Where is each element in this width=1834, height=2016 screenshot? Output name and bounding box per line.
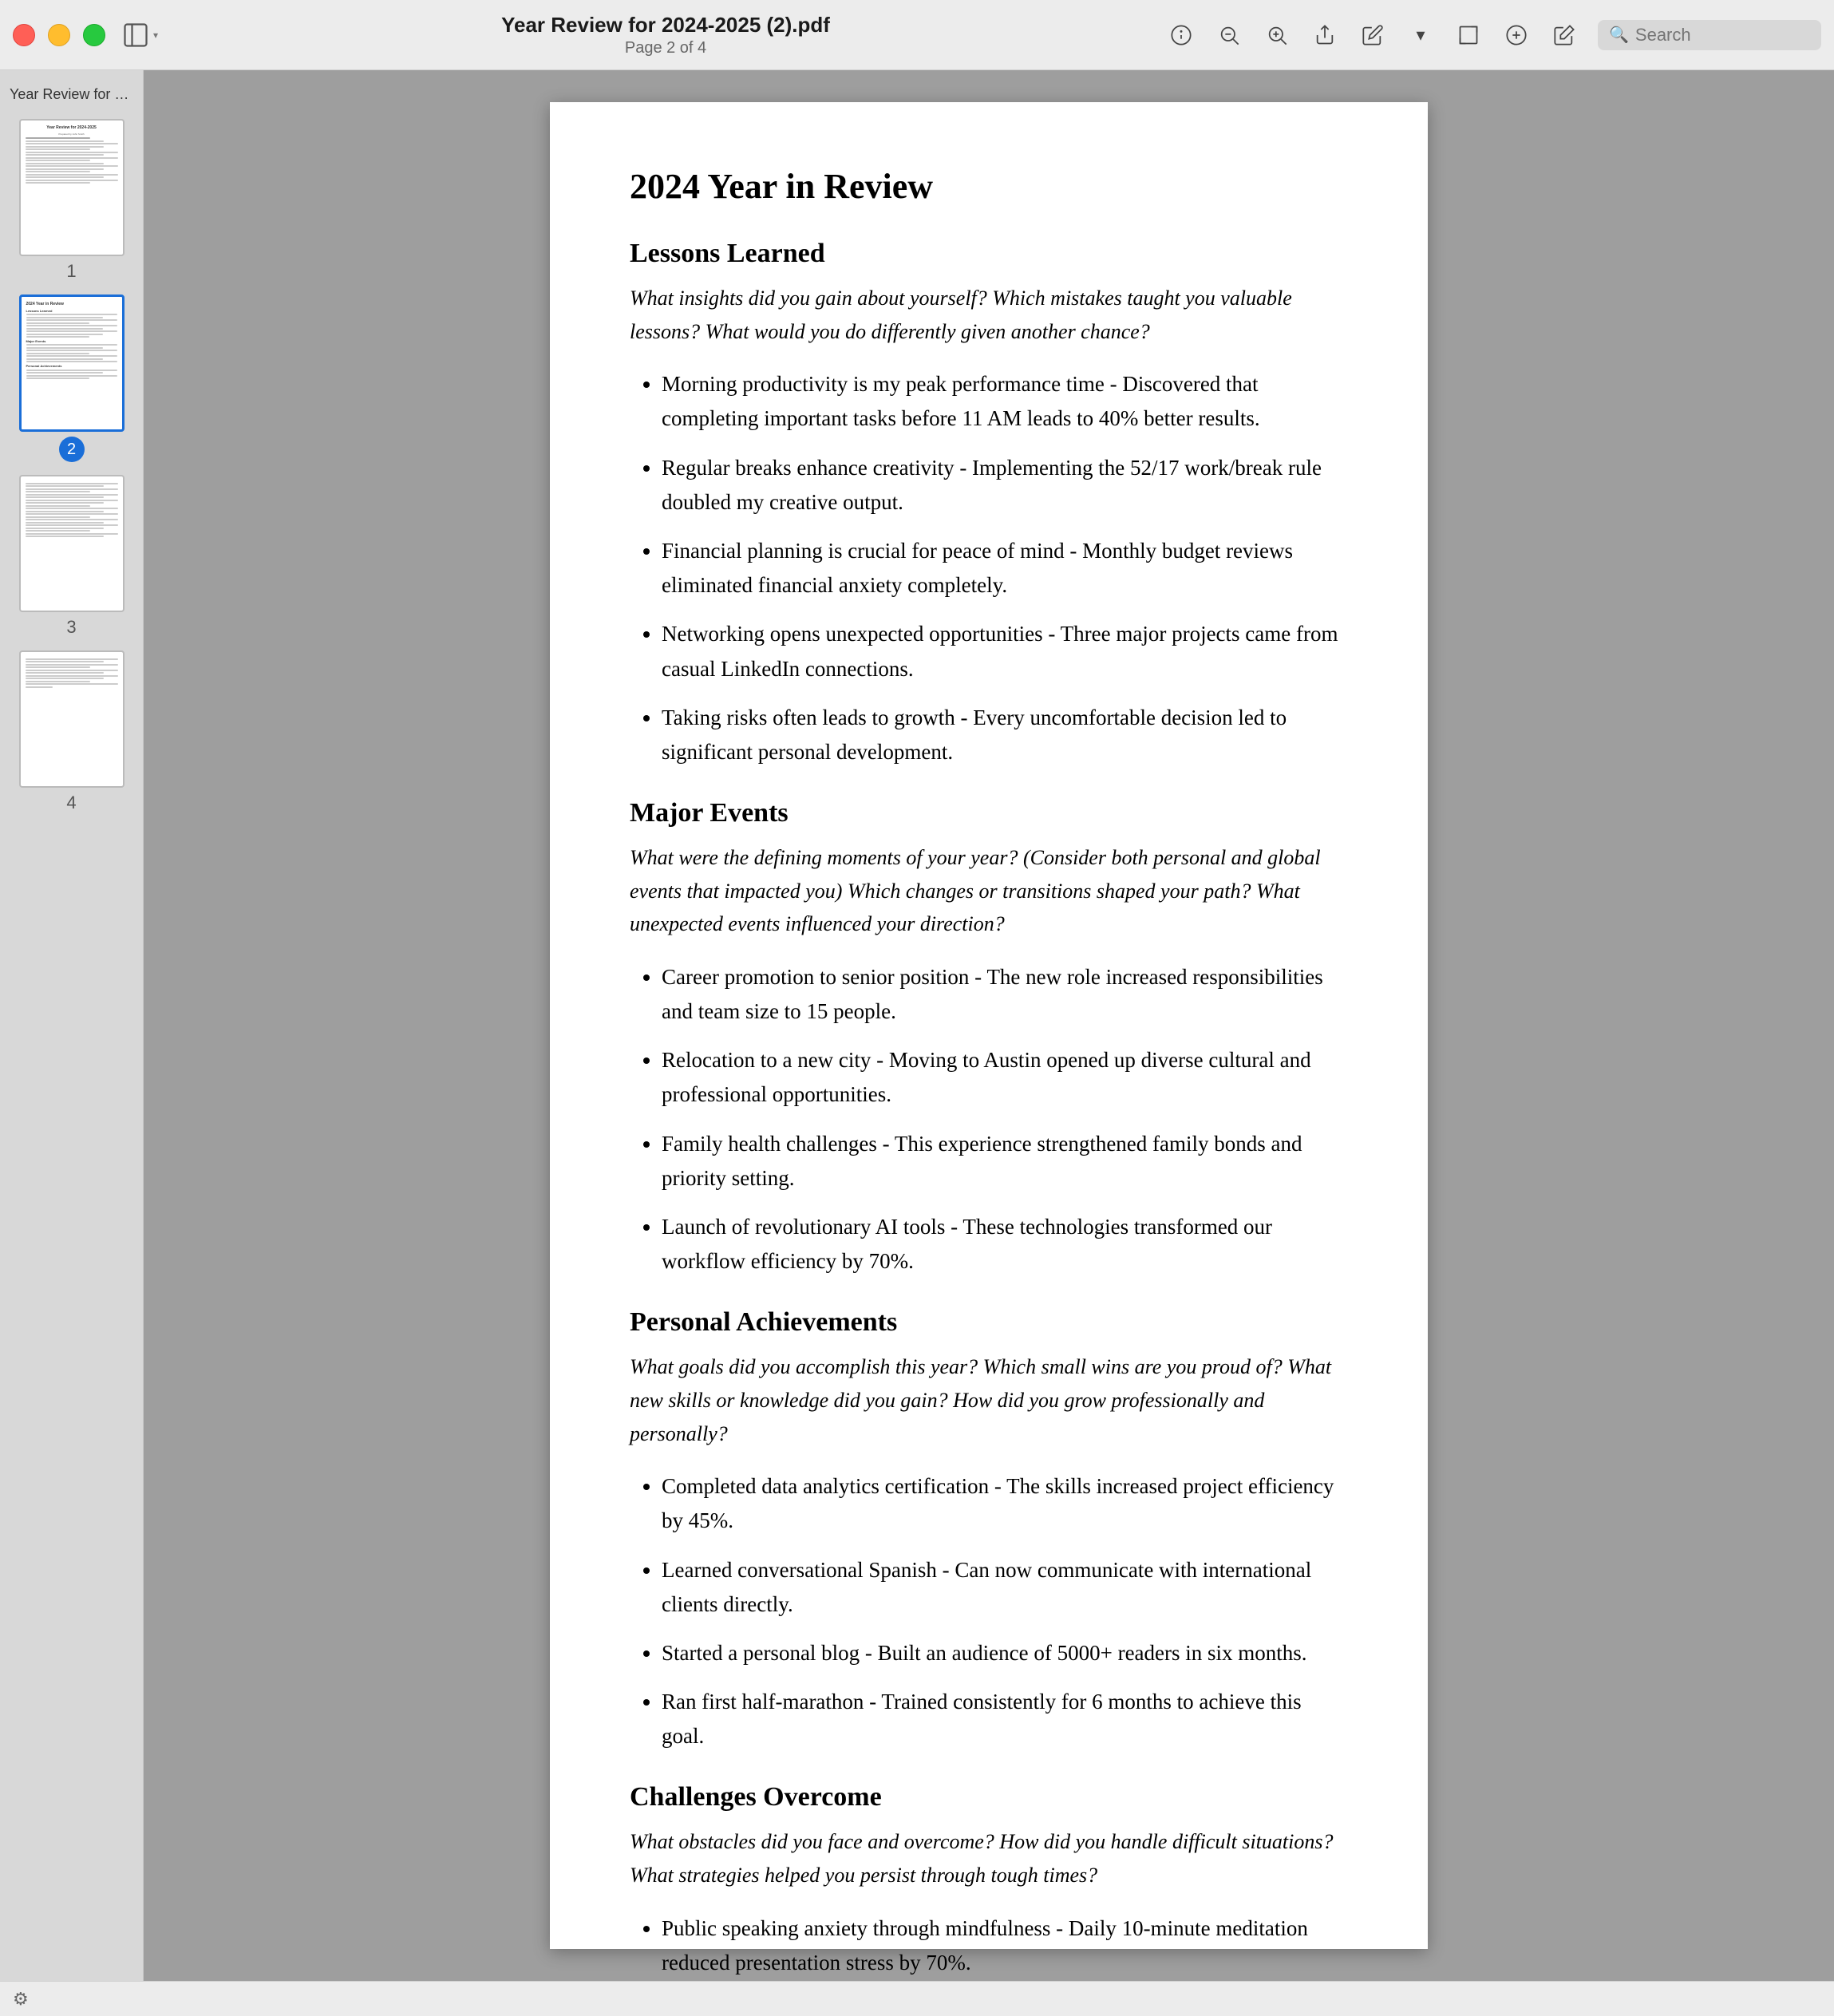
section-2-bullets: Career promotion to senior position - Th… xyxy=(662,960,1348,1279)
chevron-down-icon: ▾ xyxy=(1416,25,1425,45)
search-input[interactable] xyxy=(1635,25,1795,45)
title-bar: ▾ Year Review for 2024-2025 (2).pdf Page… xyxy=(0,0,1834,70)
expand-icon xyxy=(1457,24,1480,46)
expand-button[interactable] xyxy=(1454,21,1483,49)
list-item: Launch of revolutionary AI tools - These… xyxy=(662,1210,1348,1279)
pdf-page: 2024 Year in Review Lessons Learned What… xyxy=(550,102,1428,1949)
section-1-question: What insights did you gain about yoursel… xyxy=(630,282,1348,348)
markup-icon xyxy=(1362,24,1384,46)
settings-button[interactable]: ⚙ xyxy=(13,1989,29,2010)
zoom-in-icon xyxy=(1266,24,1288,46)
section-lessons-learned: Lessons Learned What insights did you ga… xyxy=(630,239,1348,769)
section-3-bullets: Completed data analytics certification -… xyxy=(662,1469,1348,1753)
markup-chevron-button[interactable]: ▾ xyxy=(1406,21,1435,49)
page-2-badge: 2 xyxy=(59,437,85,462)
page-4-number: 4 xyxy=(66,793,76,813)
minimize-button[interactable] xyxy=(48,24,70,46)
list-item: Completed data analytics certification -… xyxy=(662,1469,1348,1538)
page-1-thumbnail[interactable]: Year Review for 2024-2025 Prepared by Jo… xyxy=(19,119,125,256)
toolbar-icons: ▾ 🔍 xyxy=(1167,20,1821,50)
document-title: Year Review for 2024-2025 (2).pdf xyxy=(501,13,830,38)
main-heading: 2024 Year in Review xyxy=(630,166,1348,207)
zoom-out-button[interactable] xyxy=(1215,21,1243,49)
section-3-question: What goals did you accomplish this year?… xyxy=(630,1350,1348,1450)
info-button[interactable] xyxy=(1167,21,1196,49)
section-4-question: What obstacles did you face and overcome… xyxy=(630,1825,1348,1891)
page-1-number: 1 xyxy=(66,261,76,282)
maximize-button[interactable] xyxy=(83,24,105,46)
search-icon: 🔍 xyxy=(1609,25,1629,45)
list-item: Regular breaks enhance creativity - Impl… xyxy=(662,451,1348,520)
sidebar-toggle-icon xyxy=(121,21,150,49)
page-3-container: 3 xyxy=(10,475,133,638)
bottom-bar: ⚙ xyxy=(0,1981,1834,2016)
page-2-container: 2024 Year in Review Lessons Learned Majo… xyxy=(10,294,133,462)
list-item: Financial planning is crucial for peace … xyxy=(662,534,1348,603)
notes-button[interactable] xyxy=(1550,21,1579,49)
list-item: Taking risks often leads to growth - Eve… xyxy=(662,701,1348,769)
close-button[interactable] xyxy=(13,24,35,46)
section-personal-achievements: Personal Achievements What goals did you… xyxy=(630,1307,1348,1753)
sidebar: Year Review for 2024... Year Review for … xyxy=(0,70,144,1981)
traffic-lights xyxy=(13,24,105,46)
section-1-bullets: Morning productivity is my peak performa… xyxy=(662,367,1348,769)
page-info: Page 2 of 4 xyxy=(625,39,706,57)
list-item: Networking opens unexpected opportunitie… xyxy=(662,617,1348,686)
section-3-heading: Personal Achievements xyxy=(630,1307,1348,1338)
main-area: Year Review for 2024... Year Review for … xyxy=(0,70,1834,1981)
zoom-in-button[interactable] xyxy=(1263,21,1291,49)
annotate-icon xyxy=(1505,24,1528,46)
notes-icon xyxy=(1553,24,1575,46)
pdf-content: 2024 Year in Review Lessons Learned What… xyxy=(630,166,1348,1980)
section-major-events: Major Events What were the defining mome… xyxy=(630,798,1348,1279)
pdf-viewer[interactable]: 2024 Year in Review Lessons Learned What… xyxy=(144,70,1834,1981)
page-4-container: 4 xyxy=(10,650,133,813)
sidebar-toggle-button[interactable]: ▾ xyxy=(121,21,158,49)
page-1-container: Year Review for 2024-2025 Prepared by Jo… xyxy=(10,119,133,282)
list-item: Public speaking anxiety through mindfuln… xyxy=(662,1911,1348,1980)
section-4-bullets: Public speaking anxiety through mindfuln… xyxy=(662,1911,1348,1980)
chevron-down-icon: ▾ xyxy=(153,30,158,41)
annotate-button[interactable] xyxy=(1502,21,1531,49)
list-item: Relocation to a new city - Moving to Aus… xyxy=(662,1043,1348,1112)
list-item: Career promotion to senior position - Th… xyxy=(662,960,1348,1029)
sidebar-title: Year Review for 2024... xyxy=(10,83,133,106)
section-1-heading: Lessons Learned xyxy=(630,239,1348,269)
share-button[interactable] xyxy=(1310,21,1339,49)
share-icon xyxy=(1314,24,1336,46)
list-item: Morning productivity is my peak performa… xyxy=(662,367,1348,436)
page-2-thumbnail[interactable]: 2024 Year in Review Lessons Learned Majo… xyxy=(19,294,125,432)
list-item: Ran first half-marathon - Trained consis… xyxy=(662,1685,1348,1753)
zoom-out-icon xyxy=(1218,24,1240,46)
page-3-number: 3 xyxy=(66,617,76,638)
page-4-thumbnail[interactable] xyxy=(19,650,125,788)
section-2-question: What were the defining moments of your y… xyxy=(630,841,1348,941)
list-item: Started a personal blog - Built an audie… xyxy=(662,1636,1348,1670)
section-2-heading: Major Events xyxy=(630,798,1348,828)
section-4-heading: Challenges Overcome xyxy=(630,1782,1348,1812)
info-icon xyxy=(1170,24,1192,46)
search-box[interactable]: 🔍 xyxy=(1598,20,1821,50)
markup-button[interactable] xyxy=(1358,21,1387,49)
page-3-thumbnail[interactable] xyxy=(19,475,125,612)
list-item: Family health challenges - This experien… xyxy=(662,1127,1348,1196)
section-challenges-overcome: Challenges Overcome What obstacles did y… xyxy=(630,1782,1348,1980)
list-item: Learned conversational Spanish - Can now… xyxy=(662,1553,1348,1622)
title-center: Year Review for 2024-2025 (2).pdf Page 2… xyxy=(180,13,1151,57)
